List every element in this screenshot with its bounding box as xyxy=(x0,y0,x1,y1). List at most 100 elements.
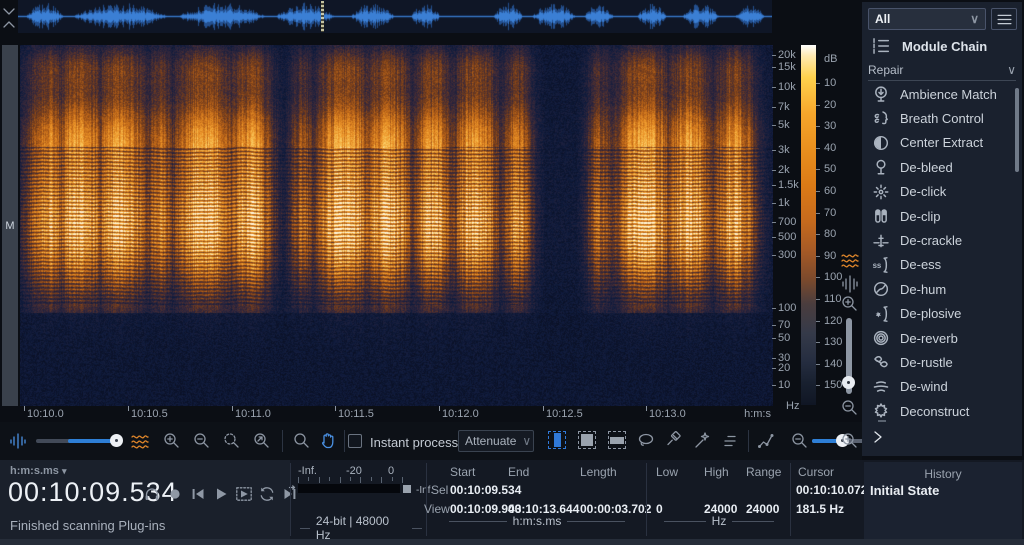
go-to-start-button[interactable] xyxy=(189,485,207,503)
selection-header-start: Start xyxy=(450,465,476,479)
frequency-selection-tool[interactable] xyxy=(608,431,628,451)
history-item[interactable]: Initial State xyxy=(870,483,939,498)
time-tick-label: 10:10.0 xyxy=(27,408,64,420)
overview-playhead[interactable] xyxy=(321,1,324,32)
module-list-item[interactable]: De-bleed xyxy=(862,155,1022,179)
zoom-to-selection-icon[interactable] xyxy=(222,431,242,451)
waveform-overview-canvas[interactable] xyxy=(18,0,772,33)
play-selection-button[interactable] xyxy=(235,485,253,503)
process-mode-dropdown[interactable]: Attenuate ∨ xyxy=(458,430,534,452)
instant-process-label: Instant process xyxy=(370,435,459,450)
module-list-item[interactable]: De-plosive xyxy=(862,302,1022,326)
hand-tool-icon[interactable] xyxy=(318,431,338,451)
collapse-overview-icon[interactable] xyxy=(2,5,16,31)
module-list-item[interactable]: Center Extract xyxy=(862,131,1022,155)
module-list-item[interactable]: De-reverb xyxy=(862,326,1022,350)
spectrogram-view-icon[interactable] xyxy=(840,250,860,270)
module-list-item[interactable]: De-click xyxy=(862,180,1022,204)
selection-header-end: End xyxy=(508,465,530,479)
selection-start-value[interactable]: 00:10:09.534 xyxy=(450,483,521,497)
freq-tick-label: 20k xyxy=(778,49,796,61)
de-plosive-icon xyxy=(872,305,890,323)
freq-tick-label: 70 xyxy=(778,319,791,331)
brush-tool-icon[interactable] xyxy=(664,431,684,451)
cursor-label: Cursor xyxy=(798,465,835,479)
module-list-item[interactable]: Ambience Match xyxy=(862,82,1022,106)
play-button[interactable] xyxy=(212,485,230,503)
level-meter[interactable] xyxy=(298,484,400,493)
waveform-spectrogram-blend-slider[interactable] xyxy=(36,431,123,451)
zoom-out-time-icon[interactable] xyxy=(192,431,212,451)
repair-section-header[interactable]: Repair ∨ xyxy=(868,60,1016,81)
module-list-item[interactable]: De-wind xyxy=(862,375,1022,399)
time-frequency-selection-tool[interactable] xyxy=(578,431,598,451)
channel-strip[interactable]: M xyxy=(2,45,18,406)
selection-unit-row[interactable]: h:m:s.ms xyxy=(432,514,642,528)
db-colorbar[interactable] xyxy=(801,45,816,405)
adjust-levels-tool-icon[interactable] xyxy=(720,431,740,451)
rx-audio-editor-window: M Hz 20k 15k 10k 7k 5k 3k 2k 1.5k 1k 700 500 300 100… xyxy=(0,0,1024,545)
expand-sidebar-chevron-icon[interactable] xyxy=(872,430,884,444)
module-list-item[interactable]: De-crackle xyxy=(862,228,1022,252)
module-list-item[interactable]: De-rustle xyxy=(862,350,1022,374)
db-tick-label: 70 xyxy=(824,206,837,219)
vertical-zoom-slider-thumb[interactable] xyxy=(842,376,855,389)
spectrogram-blend-icon[interactable] xyxy=(130,431,150,451)
de-clip-icon xyxy=(872,207,890,225)
module-list-item[interactable]: Deconstruct xyxy=(862,399,1022,423)
magnify-tool-icon[interactable] xyxy=(292,431,312,451)
zoom-in-time-icon[interactable] xyxy=(162,431,182,451)
time-selection-tool[interactable] xyxy=(548,431,568,451)
freq-tick-label: 10 xyxy=(778,379,791,391)
selection-header-length: Length xyxy=(580,465,617,479)
vertical-zoom-out-icon[interactable] xyxy=(840,398,860,418)
transport-card: h:m:s.ms ▾ 00:10:09.534 Finished scannin… xyxy=(0,460,296,539)
db-tick-label: 60 xyxy=(824,185,837,197)
freq-tick-label: 100 xyxy=(778,302,797,314)
audio-format-label: 24-bit | 48000 Hz xyxy=(315,514,390,542)
sidebar-scrollbar[interactable] xyxy=(1015,88,1019,172)
footer-strip xyxy=(0,539,1024,545)
instant-process-checkbox[interactable] xyxy=(348,434,362,448)
monitor-headphones-button[interactable] xyxy=(143,485,161,503)
frequency-unit-label: Hz xyxy=(786,400,800,412)
freq-header-low: Low xyxy=(656,465,679,479)
freq-tick-label: 500 xyxy=(778,231,797,243)
lasso-tool-icon[interactable] xyxy=(636,431,656,451)
module-filter-dropdown[interactable]: All ∨ xyxy=(868,8,986,30)
ambience-match-icon xyxy=(872,85,890,103)
module-list-item[interactable]: De-hum xyxy=(862,277,1022,301)
curve-edit-tool-icon[interactable] xyxy=(756,431,776,451)
clip-indicator[interactable] xyxy=(403,485,411,493)
time-tick-label: 10:13.0 xyxy=(649,408,686,420)
freq-unit-row[interactable]: Hz xyxy=(652,514,786,528)
waveform-overview[interactable] xyxy=(18,0,772,33)
module-filter-value: All xyxy=(875,12,891,26)
spectrogram-canvas[interactable] xyxy=(20,45,773,406)
module-list-item[interactable]: ss De-ess xyxy=(862,253,1022,277)
sidebar-menu-button[interactable] xyxy=(991,8,1017,30)
record-button[interactable] xyxy=(166,485,184,503)
time-format-selector[interactable]: h:m:s.ms ▾ xyxy=(10,465,67,477)
db-tick-label: 40 xyxy=(824,141,837,154)
module-list-item[interactable]: Breath Control xyxy=(862,106,1022,130)
meter-tick-marks xyxy=(298,477,404,483)
loop-playback-button[interactable] xyxy=(258,485,276,503)
waveform-blend-icon[interactable] xyxy=(8,431,28,451)
waveform-view-icon[interactable] xyxy=(840,274,860,294)
vertical-zoom-in-icon[interactable] xyxy=(840,294,860,314)
transport-controls xyxy=(143,485,299,503)
freq-tick-label: 1k xyxy=(778,197,790,209)
zoom-slider-out-icon[interactable] xyxy=(790,431,810,451)
magic-wand-tool-icon[interactable] xyxy=(692,431,712,451)
zoom-slider-in-icon[interactable] xyxy=(840,431,860,451)
time-tick-label: 10:10.5 xyxy=(131,408,168,420)
chevron-down-icon: ∨ xyxy=(522,434,532,448)
module-list-item[interactable]: De-clip xyxy=(862,204,1022,228)
selection-unit-label: h:m:s.ms xyxy=(512,514,562,528)
chevron-down-icon: ▾ xyxy=(61,466,67,476)
zoom-back-icon[interactable] xyxy=(252,431,272,451)
history-title: History xyxy=(924,467,962,481)
module-chain-item[interactable]: Module Chain xyxy=(862,34,1022,58)
audio-format-row[interactable]: 24-bit | 48000 Hz xyxy=(300,514,422,542)
